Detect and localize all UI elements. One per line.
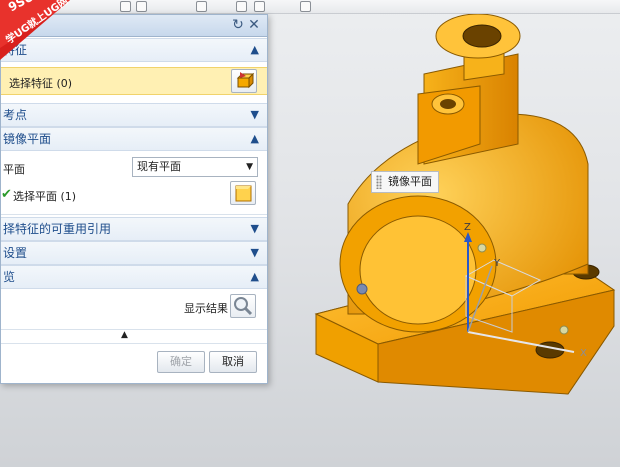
show-result-button[interactable] [230, 294, 256, 318]
section-title: 考点 [3, 108, 28, 122]
section-settings[interactable]: 设置 ▼ [1, 241, 267, 265]
y-axis-label: Y [493, 258, 501, 269]
show-result-label: 显示结果 [184, 302, 228, 315]
drag-grip-icon[interactable] [376, 175, 382, 189]
section-preview[interactable]: 览 ▲ [1, 265, 267, 289]
part-model[interactable]: Z Y X [268, 14, 620, 467]
section-title: 择特征的可重用引用 [3, 222, 112, 236]
plane-selection-icon[interactable] [230, 181, 256, 205]
toolbar-tool-icon[interactable] [120, 1, 131, 12]
collapse-up-icon[interactable]: ▲ [121, 330, 128, 340]
x-axis-label: X [580, 348, 587, 359]
magnifier-icon [234, 297, 253, 316]
plane-type-select[interactable]: 现有平面 ▼ [132, 157, 258, 177]
section-reference-point[interactable]: 考点 ▼ [1, 103, 267, 127]
chevron-up-icon[interactable]: ▲ [251, 128, 259, 150]
check-icon: ✔ [1, 187, 12, 202]
ok-button[interactable]: 确定 [157, 351, 205, 373]
section-title: 设置 [3, 246, 28, 260]
toolbar-tool-icon[interactable] [254, 1, 265, 12]
feature-selection-icon[interactable] [231, 69, 257, 93]
section-title: 览 [3, 270, 16, 284]
select-feature-row[interactable]: 选择特征 (0) [1, 67, 267, 95]
toolbar-tool-icon[interactable] [136, 1, 147, 12]
section-reusable-references[interactable]: 择特征的可重用引用 ▼ [1, 217, 267, 241]
section-title: 镜像平面 [3, 132, 52, 146]
plane-type-value: 现有平面 [137, 160, 181, 173]
chevron-down-icon[interactable]: ▼ [251, 104, 259, 126]
dropdown-arrow-icon[interactable]: ▼ [246, 158, 253, 176]
toolbar-tool-icon[interactable] [236, 1, 247, 12]
divider [1, 214, 267, 215]
close-icon[interactable]: ✕ [247, 17, 261, 33]
toolbar-tool-icon[interactable] [196, 1, 207, 12]
chevron-up-icon[interactable]: ▲ [251, 39, 259, 61]
toolbar-tool-icon[interactable] [300, 1, 311, 12]
graphics-viewport[interactable]: Z Y X [268, 14, 620, 467]
watermark-logo: 9SUG 学UG就上UG网 [0, 0, 90, 60]
mirror-plane-tooltip[interactable]: 镜像平面 [371, 171, 439, 193]
chevron-up-icon[interactable]: ▲ [251, 266, 259, 288]
section-mirror-plane[interactable]: 镜像平面 ▲ [1, 127, 267, 151]
divider [1, 329, 267, 330]
top-toolbar [0, 0, 620, 14]
tooltip-label: 镜像平面 [388, 175, 432, 188]
divider [1, 343, 267, 344]
z-axis-label: Z [464, 222, 471, 233]
chevron-down-icon[interactable]: ▼ [251, 218, 259, 240]
plane-label: 平面 [3, 163, 25, 176]
cancel-button[interactable]: 取消 [209, 351, 257, 373]
chevron-down-icon[interactable]: ▼ [251, 242, 259, 264]
select-feature-label: 选择特征 (0) [9, 77, 73, 90]
reset-icon[interactable]: ↻ [231, 17, 245, 33]
select-plane-label: 选择平面 (1) [13, 190, 77, 203]
mirror-feature-dialog: ↻ ✕ 特征 ▲ 选择特征 (0) 考点 ▼ 镜像平面 ▲ 平面 现有平面 ▼ … [0, 14, 268, 384]
